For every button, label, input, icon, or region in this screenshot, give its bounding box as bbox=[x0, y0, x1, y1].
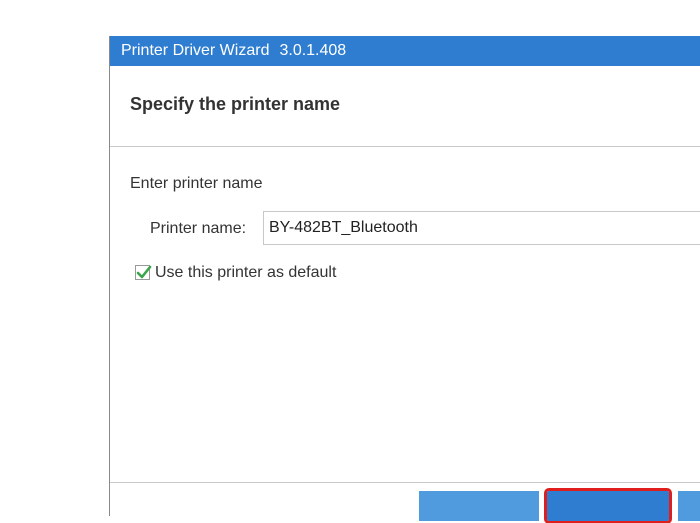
back-button[interactable] bbox=[419, 491, 539, 521]
printer-name-label: Printer name: bbox=[150, 220, 247, 237]
default-printer-checkbox[interactable] bbox=[135, 265, 152, 280]
cancel-button[interactable] bbox=[678, 491, 700, 521]
title-bar: Printer Driver Wizard 3.0.1.408 bbox=[110, 36, 700, 66]
next-button[interactable] bbox=[544, 488, 672, 523]
printer-name-input[interactable] bbox=[263, 211, 700, 245]
default-printer-label: Use this printer as default bbox=[155, 264, 337, 281]
checkmark-icon bbox=[136, 265, 152, 279]
wizard-window: Printer Driver Wizard 3.0.1.408 Specify t… bbox=[109, 36, 700, 523]
window-title: Printer Driver Wizard bbox=[121, 42, 270, 59]
instruction-text: Enter printer name bbox=[130, 175, 263, 192]
window-version: 3.0.1.408 bbox=[279, 42, 347, 59]
page-title: Specify the printer name bbox=[130, 94, 341, 114]
wizard-header: Specify the printer name bbox=[110, 66, 700, 147]
